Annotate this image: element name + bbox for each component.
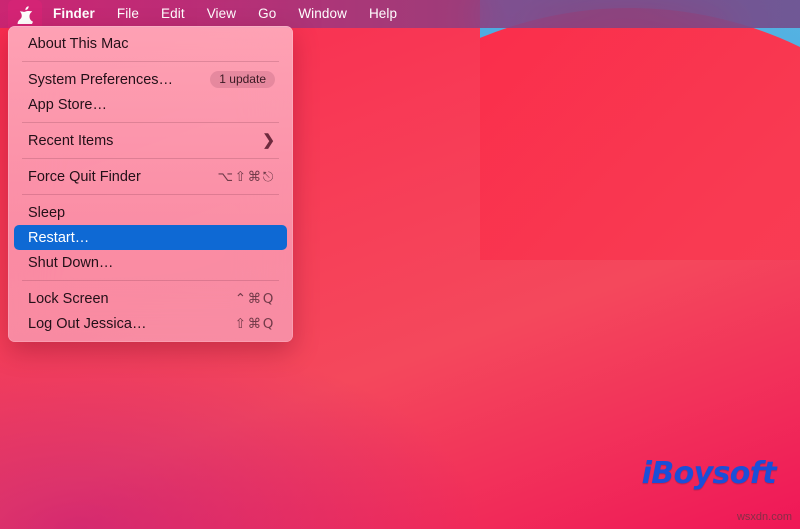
source-watermark: wsxdn.com bbox=[737, 511, 792, 523]
menu-item-label: Force Quit Finder bbox=[28, 169, 141, 185]
menu-item-label: Recent Items bbox=[28, 133, 113, 149]
apple-menu-button[interactable] bbox=[8, 0, 42, 28]
menu-item-label: Restart… bbox=[28, 230, 89, 246]
menu-item-label: Log Out Jessica… bbox=[28, 316, 146, 332]
menu-item-label: About This Mac bbox=[28, 36, 128, 52]
menu-item-label: Shut Down… bbox=[28, 255, 113, 271]
separator-3 bbox=[22, 158, 279, 159]
menubar-item-edit[interactable]: Edit bbox=[150, 2, 196, 26]
menu-item-label: App Store… bbox=[28, 97, 107, 113]
menubar-item-view[interactable]: View bbox=[196, 2, 247, 26]
menu-item-force-quit-finder[interactable]: Force Quit Finder ⌥⇧⌘⎋ bbox=[14, 164, 287, 189]
menubar-item-file[interactable]: File bbox=[106, 2, 150, 26]
separator-5 bbox=[22, 280, 279, 281]
keyboard-shortcut: ⇧⌘Q bbox=[235, 316, 275, 332]
menu-item-shut-down[interactable]: Shut Down… bbox=[14, 250, 287, 275]
separator-2 bbox=[22, 122, 279, 123]
menubar-item-help[interactable]: Help bbox=[358, 2, 408, 26]
menu-item-recent-items[interactable]: Recent Items ❯ bbox=[14, 128, 287, 153]
menu-item-about-this-mac[interactable]: About This Mac bbox=[14, 31, 287, 56]
menubar-item-window[interactable]: Window bbox=[287, 2, 358, 26]
menu-item-sleep[interactable]: Sleep bbox=[14, 200, 287, 225]
menu-item-label: Sleep bbox=[28, 205, 65, 221]
desktop-screen: Finder File Edit View Go Window Help Abo… bbox=[0, 0, 800, 529]
wallpaper-hill-curve bbox=[480, 8, 800, 260]
separator-4 bbox=[22, 194, 279, 195]
menu-item-app-store[interactable]: App Store… bbox=[14, 92, 287, 117]
menu-item-log-out[interactable]: Log Out Jessica… ⇧⌘Q bbox=[14, 311, 287, 336]
menubar-item-finder[interactable]: Finder bbox=[42, 2, 106, 26]
menu-bar: Finder File Edit View Go Window Help bbox=[0, 0, 800, 28]
apple-dropdown-menu: About This Mac System Preferences… 1 updat… bbox=[8, 26, 293, 342]
menu-item-lock-screen[interactable]: Lock Screen ⌃⌘Q bbox=[14, 286, 287, 311]
chevron-right-icon: ❯ bbox=[262, 133, 275, 148]
menu-item-label: System Preferences… bbox=[28, 72, 173, 88]
menubar-item-go[interactable]: Go bbox=[247, 2, 287, 26]
wallpaper-sky-wedge bbox=[480, 0, 800, 260]
menu-item-restart[interactable]: Restart… bbox=[14, 225, 287, 250]
update-badge: 1 update bbox=[210, 71, 275, 89]
apple-logo-icon bbox=[17, 5, 33, 24]
menu-item-label: Lock Screen bbox=[28, 291, 109, 307]
iboysoft-watermark: iBoysoft bbox=[642, 456, 776, 491]
menu-item-system-preferences[interactable]: System Preferences… 1 update bbox=[14, 67, 287, 92]
separator-1 bbox=[22, 61, 279, 62]
keyboard-shortcut: ⌃⌘Q bbox=[235, 291, 275, 307]
keyboard-shortcut: ⌥⇧⌘⎋ bbox=[218, 169, 275, 185]
